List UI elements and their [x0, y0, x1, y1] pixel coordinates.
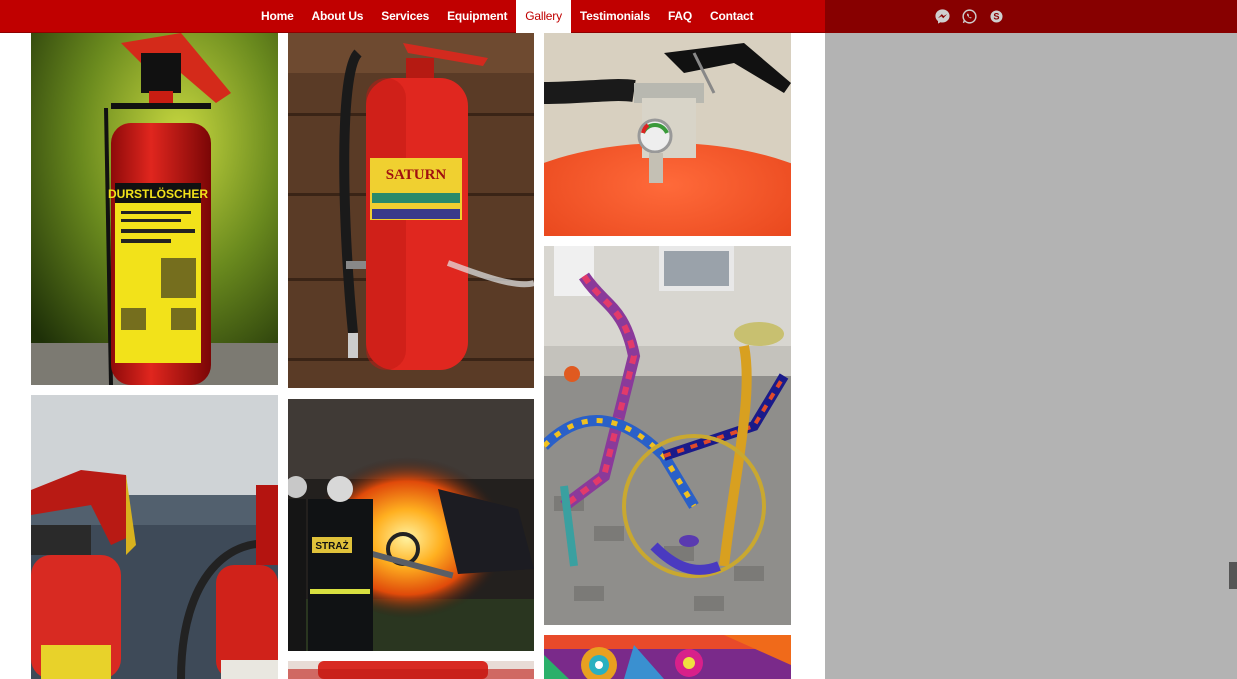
- side-scroll-tab[interactable]: [1229, 562, 1237, 589]
- nav-about-us[interactable]: About Us: [303, 0, 373, 33]
- skype-icon[interactable]: S: [988, 8, 1005, 25]
- firefighter-vest-text: STRAŻ: [315, 539, 348, 552]
- gallery-image-knitted-bikes[interactable]: [544, 246, 791, 625]
- nav-gallery[interactable]: Gallery: [516, 0, 571, 33]
- main-nav: Home About Us Services Equipment Gallery…: [252, 0, 762, 33]
- extinguisher-label-text-saturn: SATURN: [386, 167, 447, 183]
- gallery-image-extinguisher-pair[interactable]: [31, 395, 278, 679]
- gallery-image-mandala[interactable]: [544, 635, 791, 679]
- messenger-icon[interactable]: [934, 8, 951, 25]
- gallery-image-red-hydrant[interactable]: [288, 661, 534, 679]
- gallery-image-gauge[interactable]: [544, 33, 791, 236]
- top-bar-social-area: [825, 0, 1237, 33]
- nav-faq[interactable]: FAQ: [659, 0, 701, 33]
- gallery-image-saturn[interactable]: SATURN: [288, 33, 534, 388]
- extinguisher-label-text: DURSTLÖSCHER: [108, 186, 208, 201]
- gallery-image-durstloscher[interactable]: DURSTLÖSCHER: [31, 33, 278, 385]
- gallery-grid: DURSTLÖSCHER SATURN STRAŻ: [0, 33, 825, 679]
- nav-equipment[interactable]: Equipment: [438, 0, 516, 33]
- gallery-image-car-fire[interactable]: STRAŻ: [288, 399, 534, 651]
- nav-services[interactable]: Services: [372, 0, 438, 33]
- nav-home[interactable]: Home: [252, 0, 303, 33]
- whatsapp-icon[interactable]: [961, 8, 978, 25]
- page: Home About Us Services Equipment Gallery…: [0, 0, 1237, 679]
- nav-contact[interactable]: Contact: [701, 0, 762, 33]
- social-links: S: [934, 8, 1005, 25]
- nav-testimonials[interactable]: Testimonials: [571, 0, 659, 33]
- svg-text:S: S: [993, 12, 999, 22]
